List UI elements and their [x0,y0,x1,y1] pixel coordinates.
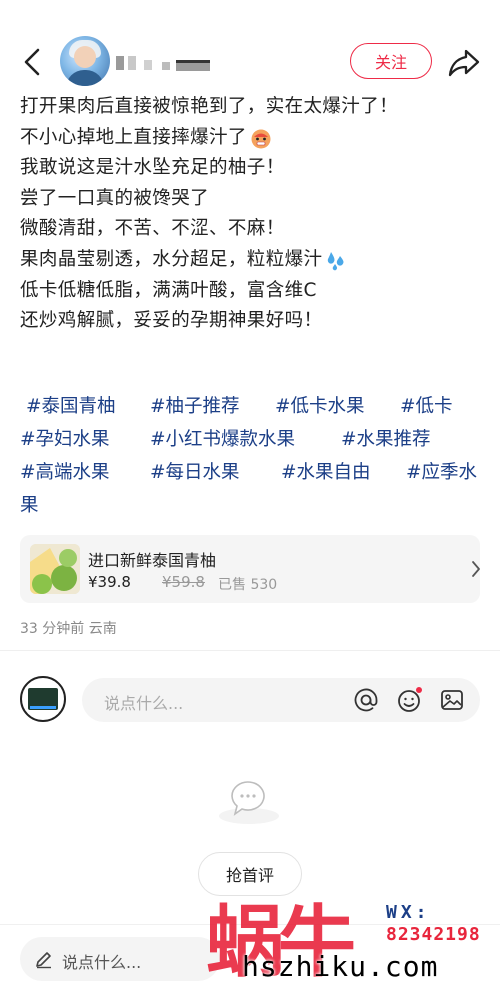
hashtag[interactable]: #水果推荐 [341,423,431,456]
hashtag[interactable]: #泰国青柚 [26,390,150,423]
hashtag[interactable]: #水果自由 [281,456,406,489]
post-line: 打开果肉后直接被惊艳到了，实在太爆汁了！ [20,96,399,117]
bottom-comment-input[interactable]: 说点什么... [20,937,220,981]
bottom-comment-placeholder: 说点什么... [62,953,142,972]
post-line: 还炒鸡解腻，妥妥的孕期神果好吗！ [20,310,323,332]
post-line: 微酸清甜，不苦、不涩、不麻！ [20,218,285,240]
hashtag[interactable]: #小红书爆款水果 [150,423,341,456]
product-thumbnail [30,544,80,594]
watermark-number: 82342198 [386,924,481,945]
hashtag[interactable]: #柚子推荐 [150,390,275,423]
emoji-icon[interactable] [395,686,423,714]
mention-at-icon[interactable] [352,686,380,714]
post-line: 不小心掉地上直接摔爆汁了 [20,123,486,154]
hashtag-list: #泰国青柚 #柚子推荐 #低卡水果 #低卡 #孕妇水果 #小红书爆款水果 #水果… [20,390,490,522]
comment-placeholder: 说点什么... [104,694,184,713]
product-price: ¥39.8 [88,573,131,591]
product-card[interactable]: 进口新鲜泰国青柚 ¥39.8 ¥59.8 已售 530 [20,535,480,603]
angry-face-emoji-icon [251,129,271,149]
author-name-redacted[interactable] [116,50,226,76]
post-line: 尝了一口真的被馋哭了 [20,187,210,209]
first-comment-button[interactable]: 抢首评 [198,852,302,896]
follow-button[interactable]: 关注 [350,43,432,79]
image-icon[interactable] [438,686,466,714]
post-time-location: 33 分钟前 云南 [20,621,117,637]
empty-comments-illustration-icon [219,781,279,824]
hashtag[interactable]: #孕妇水果 [20,423,150,456]
product-sold-count: 已售 530 [218,577,278,593]
hashtag[interactable]: #高端水果 [20,456,150,489]
product-title: 进口新鲜泰国青柚 [88,551,217,570]
post-body: 打开果肉后直接被惊艳到了，实在太爆汁了！ 不小心掉地上直接摔爆汁了 我敢说这是汁… [20,92,486,337]
hashtag[interactable]: #低卡水果 [275,390,400,423]
post-line: 果肉晶莹剔透，水分超足，粒粒爆汁 [20,245,486,276]
share-icon[interactable] [446,44,482,80]
post-line: 低卡低糖低脂，满满叶酸，富含维C [20,279,317,301]
author-avatar[interactable] [60,36,110,86]
divider [0,650,500,651]
comment-input[interactable]: 说点什么... [82,678,480,722]
hashtag[interactable]: #每日水果 [150,456,281,489]
hashtag[interactable]: #低卡 [400,390,453,423]
back-arrow-icon[interactable] [18,44,48,80]
pencil-icon [36,952,51,969]
sweat-droplets-emoji-icon [328,252,344,271]
chevron-right-icon [472,561,480,577]
watermark-wx-label: WX: [386,902,431,923]
watermark-site: hszhiku.com [242,950,439,983]
hashtag[interactable]: 果 [20,489,39,522]
current-user-avatar [20,676,66,722]
post-line: 我敢说这是汁水坠充足的柚子！ [20,157,285,179]
hashtag[interactable]: #应季水 [406,456,477,489]
watermark: 蜗牛 WX: 82342198 hszhiku.com [206,898,500,996]
product-original-price: ¥59.8 [162,573,205,591]
